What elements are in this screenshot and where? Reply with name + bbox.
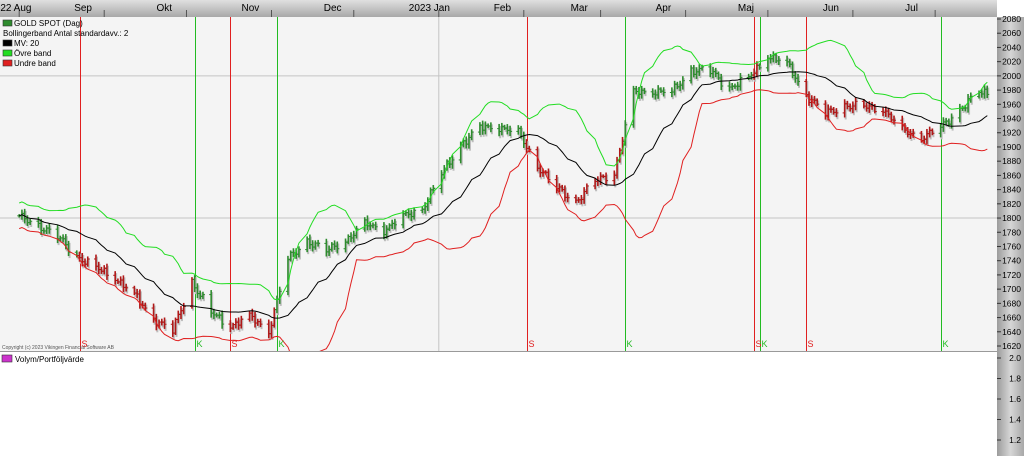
y-tick-label: 1940 [1002, 114, 1021, 124]
y-tick-label: 1920 [1002, 128, 1021, 138]
price-panel [0, 17, 997, 351]
signal-label: K [279, 339, 285, 349]
copyright-text: Copyright (c) 2023 Vikingen Financial So… [2, 345, 115, 351]
legend-swatch [2, 39, 13, 47]
legend-swatch [2, 49, 13, 57]
signal-label: S [529, 339, 535, 349]
y-tick-label: 2080 [1002, 14, 1021, 24]
time-label: Maj [738, 3, 754, 14]
legend-label: MV: 20 [14, 39, 40, 48]
signal-label: S [808, 339, 814, 349]
y-tick-label: 1720 [1002, 270, 1021, 280]
time-label: Apr [656, 3, 672, 14]
y-tick-label: 1760 [1002, 241, 1021, 251]
signal-label: S [232, 339, 238, 349]
y-tick-label: 2000 [1002, 71, 1021, 81]
time-label: Mar [571, 3, 589, 14]
legend-swatch [2, 59, 13, 67]
volume-panel [0, 352, 997, 456]
y-tick-label: 1640 [1002, 327, 1021, 337]
y-tick-label: 2020 [1002, 57, 1021, 67]
volume-legend-swatch [1, 354, 13, 363]
y-tick-label: 1820 [1002, 199, 1021, 209]
time-label: Okt [156, 3, 172, 14]
legend-swatch [2, 19, 13, 27]
volume-panel-title: Volym/Portföljvärde [15, 355, 84, 364]
y-tick-label: 1840 [1002, 185, 1021, 195]
time-label: Nov [241, 3, 259, 14]
sub-y-tick-label: 2.0 [1009, 353, 1021, 363]
price-chart-svg: 2022 Aug Sep Okt Nov Dec 2023 Jan Feb Mar Apr Maj… [0, 0, 1024, 456]
time-label: Dec [324, 3, 342, 14]
y-tick-label: 2060 [1002, 28, 1021, 38]
y-tick-label: 1900 [1002, 142, 1021, 152]
legend-label: GOLD SPOT (Dag) [14, 19, 83, 28]
y-tick-label: 1620 [1002, 341, 1021, 351]
signal-label: K [627, 339, 633, 349]
sub-y-tick-label: 1.6 [1009, 394, 1021, 404]
legend-label: Bollingerband Antal standardavv.: 2 [3, 29, 129, 38]
y-tick-label: 1680 [1002, 298, 1021, 308]
y-tick-label: 1740 [1002, 256, 1021, 266]
time-label: Feb [494, 3, 512, 14]
y-tick-label: 1700 [1002, 284, 1021, 294]
y-tick-label: 1880 [1002, 156, 1021, 166]
time-label: Jul [905, 3, 918, 14]
legend-label: Undre band [14, 59, 56, 68]
time-label: Sep [74, 3, 92, 14]
y-tick-label: 1860 [1002, 170, 1021, 180]
chart-window: 2022 Aug Sep Okt Nov Dec 2023 Jan Feb Mar Apr Maj… [0, 0, 1024, 456]
legend-label: Övre band [14, 49, 51, 58]
time-label: 2023 Jan [409, 3, 450, 14]
sub-y-tick-label: 1.2 [1009, 435, 1021, 445]
signal-label: K [943, 339, 949, 349]
signal-label: K [762, 339, 768, 349]
y-tick-label: 1980 [1002, 85, 1021, 95]
time-label: Jun [823, 3, 839, 14]
y-tick-label: 1960 [1002, 99, 1021, 109]
sub-y-tick-label: 1.8 [1009, 374, 1021, 384]
signal-label: K [197, 339, 203, 349]
y-tick-label: 1800 [1002, 213, 1021, 223]
sub-y-tick-label: 1.4 [1009, 415, 1021, 425]
y-tick-label: 1780 [1002, 227, 1021, 237]
y-tick-label: 2040 [1002, 42, 1021, 52]
time-label: 2022 Aug [0, 3, 31, 14]
y-tick-label: 1660 [1002, 313, 1021, 323]
